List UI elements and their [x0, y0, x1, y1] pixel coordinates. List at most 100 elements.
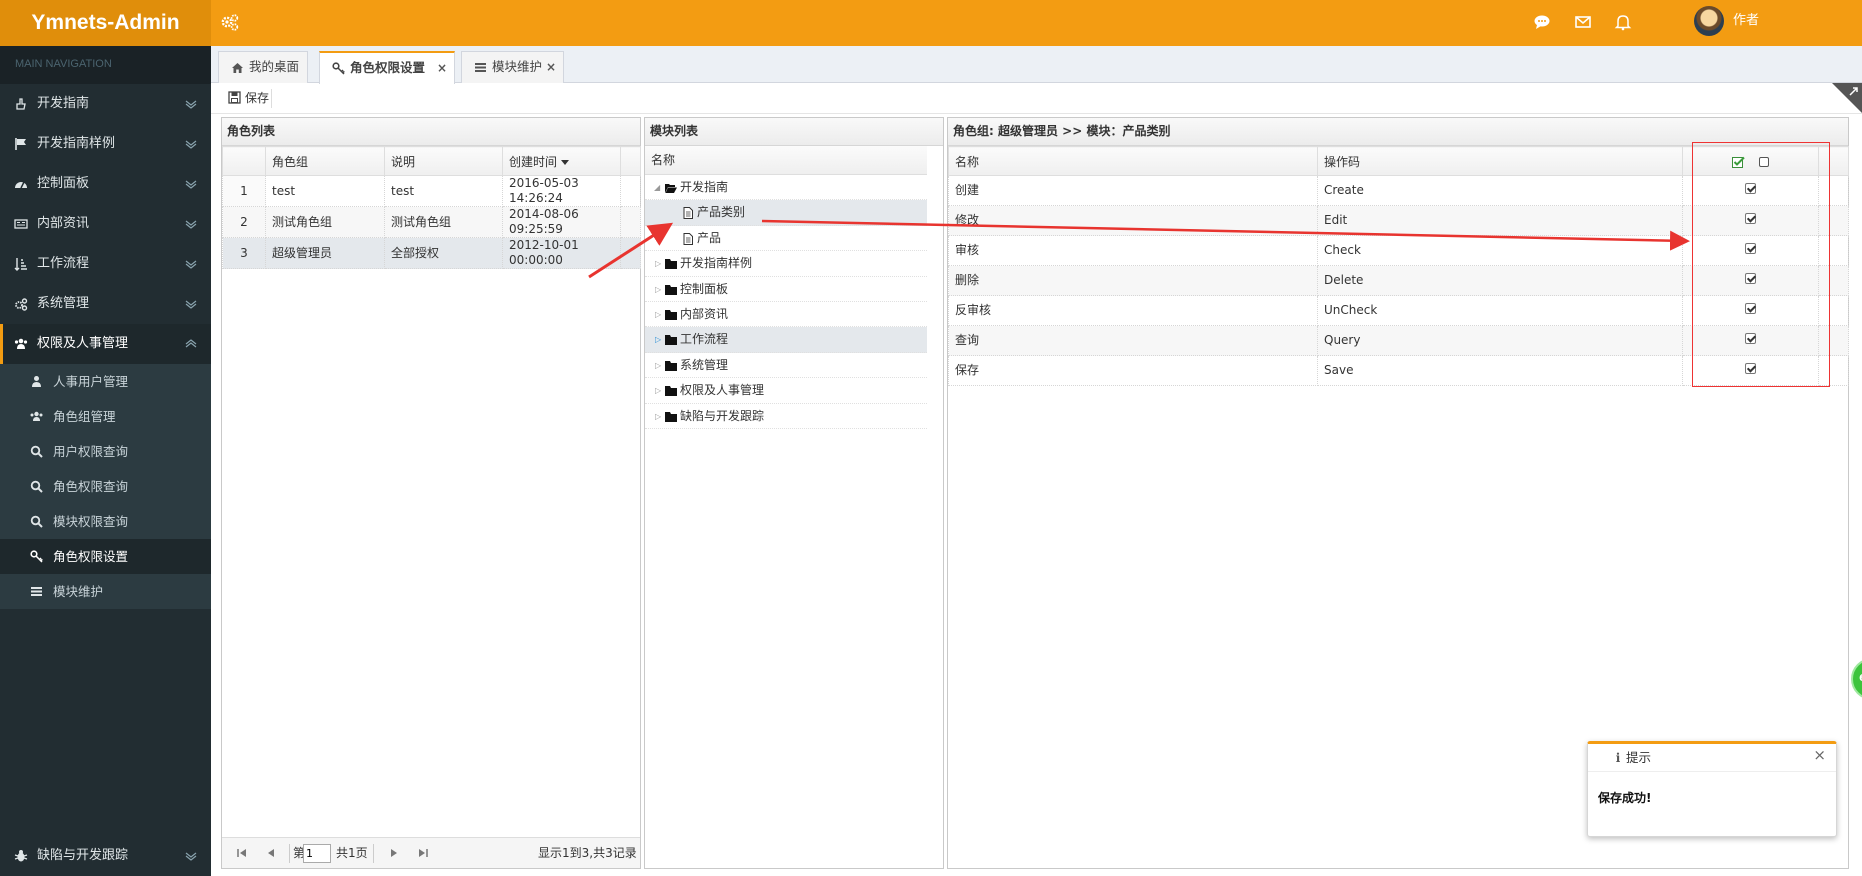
save-label: 保存 [245, 91, 270, 105]
empty-cell [1818, 355, 1849, 386]
table-row[interactable]: 保存 Save [948, 355, 1849, 386]
tree-node-leaf[interactable]: 产品 [645, 226, 927, 252]
page-number-input[interactable] [303, 844, 331, 863]
author-name[interactable]: 作者 [1733, 0, 1759, 42]
module-column-header[interactable]: 名称 [645, 146, 927, 175]
tree-node-leaf-selected[interactable]: 产品类别 [645, 200, 927, 226]
permission-checkbox[interactable] [1745, 303, 1756, 314]
sidebar-subitem-user-perm-query[interactable]: 用户权限查询 [0, 434, 211, 469]
role-created-cell: 2012-10-01 00:00:00 [502, 237, 621, 269]
perm-check-cell [1682, 355, 1819, 386]
home-icon [232, 63, 243, 73]
collapsed-triangle-icon[interactable]: ▷ [655, 251, 661, 276]
collapsed-triangle-icon[interactable]: ▷ [655, 353, 661, 378]
close-icon[interactable]: × [546, 52, 556, 82]
column-header-description[interactable]: 说明 [384, 146, 503, 176]
bell-icon[interactable] [1614, 13, 1632, 31]
prev-page-icon[interactable] [265, 847, 277, 859]
collapsed-triangle-icon[interactable]: ▷ [655, 378, 661, 403]
close-icon[interactable]: × [1813, 746, 1826, 764]
tab-my-desktop[interactable]: 我的桌面 [218, 51, 308, 83]
save-button[interactable]: 保存 [228, 87, 269, 109]
tree-node-folder[interactable]: ◢ 开发指南 [645, 175, 927, 201]
newspaper-icon [14, 219, 28, 229]
tree-node-folder[interactable]: ▷ 控制面板 [645, 277, 927, 302]
sidebar-subitem-user-admin[interactable]: 人事用户管理 [0, 364, 211, 399]
cogs-icon[interactable] [220, 13, 240, 33]
collapsed-triangle-icon[interactable]: ▷ [655, 327, 661, 352]
table-row[interactable]: 反审核 UnCheck [948, 295, 1849, 326]
permission-checkbox[interactable] [1745, 363, 1756, 374]
sidebar-subitem-role-perm-settings[interactable]: 角色权限设置 [0, 539, 211, 574]
empty-cell [620, 175, 641, 207]
expand-icon[interactable] [1832, 83, 1862, 113]
column-header-name[interactable]: 名称 [948, 146, 1318, 176]
next-page-icon[interactable] [388, 847, 400, 859]
sidebar-item-system[interactable]: 系统管理 [0, 284, 211, 324]
file-icon [683, 232, 693, 245]
sidebar-item-dev-guide[interactable]: 开发指南 [0, 84, 211, 124]
table-row[interactable]: 创建 Create [948, 175, 1849, 206]
key-icon [332, 62, 345, 75]
table-row[interactable]: 2 测试角色组 测试角色组 2014-08-06 09:25:59 [222, 206, 641, 238]
envelope-icon[interactable] [1574, 13, 1592, 31]
file-icon [683, 207, 693, 220]
check-all-icon[interactable] [1732, 156, 1745, 168]
hand-icon [16, 98, 26, 110]
sidebar-item-bug-tracking[interactable]: 缺陷与开发跟踪 [0, 836, 211, 876]
last-page-icon[interactable] [417, 847, 429, 859]
tree-node-folder[interactable]: ▷ 缺陷与开发跟踪 [645, 404, 927, 429]
collapsed-triangle-icon[interactable]: ▷ [655, 404, 661, 429]
table-row[interactable]: 修改 Edit [948, 205, 1849, 236]
tree-node-folder[interactable]: ▷ 内部资讯 [645, 302, 927, 328]
toolbar: 保存 [211, 83, 1862, 114]
sidebar-subitem-module-perm-query[interactable]: 模块权限查询 [0, 504, 211, 539]
sidebar-item-dashboard[interactable]: 控制面板 [0, 164, 211, 204]
permission-checkbox[interactable] [1745, 273, 1756, 284]
sidebar-subitem-role-perm-query[interactable]: 角色权限查询 [0, 469, 211, 504]
sidebar-subitem-module-maintenance[interactable]: 模块维护 [0, 574, 211, 609]
comment-icon[interactable] [1533, 13, 1551, 31]
perm-name-cell: 反审核 [948, 295, 1318, 326]
collapsed-triangle-icon[interactable]: ▷ [655, 277, 661, 302]
search-icon [30, 480, 43, 493]
search-icon [30, 445, 43, 458]
sidebar-item-permissions[interactable]: 权限及人事管理 [0, 324, 211, 364]
table-row[interactable]: 1 test test 2016-05-03 14:26:24 [222, 175, 641, 207]
permission-checkbox[interactable] [1745, 333, 1756, 344]
collapsed-triangle-icon[interactable]: ▷ [655, 302, 661, 327]
tree-node-folder[interactable]: ▷ 系统管理 [645, 353, 927, 379]
tree-node-folder-hover[interactable]: ▷ 工作流程 [645, 327, 927, 353]
table-row[interactable]: 审核 Check [948, 235, 1849, 266]
uncheck-all-icon[interactable] [1758, 156, 1769, 167]
role-created-cell: 2016-05-03 14:26:24 [502, 175, 621, 207]
first-page-icon[interactable] [236, 847, 248, 859]
table-row[interactable]: 查询 Query [948, 325, 1849, 356]
permission-checkbox[interactable] [1745, 243, 1756, 254]
tab-module-maintenance[interactable]: 模块维护 × [461, 51, 564, 83]
sidebar-bottom: 缺陷与开发跟踪 [0, 836, 211, 876]
column-header-created-time[interactable]: 创建时间 [502, 146, 621, 176]
permission-checkbox[interactable] [1745, 213, 1756, 224]
empty-cell [1818, 235, 1849, 266]
column-header-role-group[interactable]: 角色组 [265, 146, 385, 176]
tree-node-folder[interactable]: ▷ 开发指南样例 [645, 251, 927, 277]
table-row[interactable]: 删除 Delete [948, 265, 1849, 296]
sidebar-item-dev-samples[interactable]: 开发指南样例 [0, 124, 211, 164]
check-all-header [1682, 146, 1819, 176]
sidebar-item-workflow[interactable]: 工作流程 [0, 244, 211, 284]
permission-table: 名称 操作码 创建 Create 修改 Edit 审核 Check 删除 Delete … [948, 146, 1849, 386]
sidebar-subitem-role-groups[interactable]: 角色组管理 [0, 399, 211, 434]
perm-code-cell: Check [1317, 235, 1683, 266]
table-row-selected[interactable]: 3 超级管理员 全部授权 2012-10-01 00:00:00 [222, 237, 641, 269]
app-logo[interactable]: Ymnets-Admin [0, 0, 211, 46]
avatar[interactable] [1694, 6, 1724, 36]
close-icon[interactable]: × [437, 53, 447, 83]
tab-role-perm-settings[interactable]: 角色权限设置 × [319, 51, 455, 84]
expanded-triangle-icon[interactable]: ◢ [654, 175, 660, 200]
tree-node-folder[interactable]: ▷ 权限及人事管理 [645, 378, 927, 404]
permission-checkbox[interactable] [1745, 183, 1756, 194]
sidebar-item-news[interactable]: 内部资讯 [0, 204, 211, 244]
role-list-panel: 角色列表 角色组 说明 创建时间 1 test test 2016-05-03 1… [221, 117, 641, 869]
column-header-op-code[interactable]: 操作码 [1317, 146, 1683, 176]
